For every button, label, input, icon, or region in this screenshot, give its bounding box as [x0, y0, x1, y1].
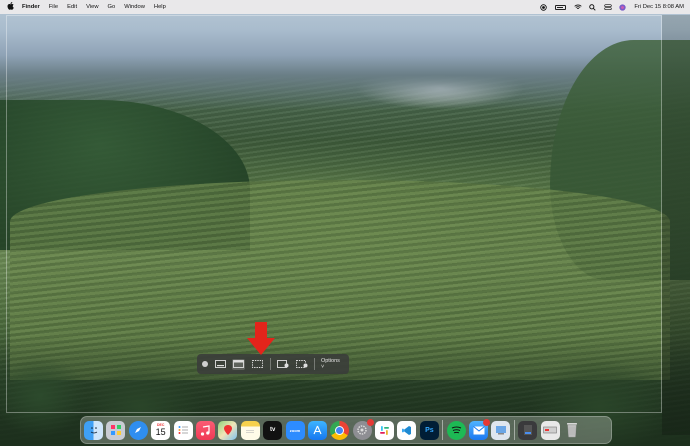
apple-tv-icon[interactable]: tv: [263, 420, 283, 440]
toolbar-divider: [269, 358, 271, 370]
menu-help[interactable]: Help: [154, 4, 166, 10]
record-screen-icon: [277, 360, 289, 368]
mail-icon[interactable]: [469, 418, 491, 440]
record-selected-portion-button[interactable]: [295, 359, 308, 370]
capture-screen-icon: [214, 360, 226, 368]
finder-icon[interactable]: [84, 420, 103, 440]
capture-entire-screen-button[interactable]: [214, 359, 227, 370]
maps-icon[interactable]: [218, 420, 238, 440]
menu-edit[interactable]: Edit: [67, 4, 77, 10]
photoshop-label: Ps: [425, 426, 434, 434]
spotify-icon[interactable]: [446, 420, 466, 440]
battery-icon[interactable]: [555, 4, 567, 10]
photoshop-icon[interactable]: Ps: [419, 420, 439, 440]
zoom-label: zoom: [289, 427, 301, 433]
status-menus: Fri Dec 15 8:08 AM: [540, 4, 684, 11]
vscode-icon[interactable]: [397, 420, 417, 440]
calendar-day: 15: [155, 427, 166, 437]
menu-window[interactable]: Window: [124, 4, 145, 10]
record-icon[interactable]: [540, 4, 548, 11]
scanner-stack-icon[interactable]: [540, 420, 560, 440]
reminders-icon[interactable]: [173, 420, 193, 440]
capture-window-icon: [233, 360, 245, 368]
menu-clock[interactable]: Fri Dec 15 8:08 AM: [634, 4, 684, 10]
chrome-icon[interactable]: [330, 420, 350, 440]
calendar-icon[interactable]: DEC 15: [151, 420, 171, 440]
dock-divider: [442, 420, 444, 440]
slack-icon[interactable]: [375, 420, 395, 440]
preview-icon[interactable]: [491, 420, 511, 440]
siri-icon[interactable]: [619, 4, 627, 11]
notes-icon[interactable]: [240, 420, 260, 440]
control-center-icon[interactable]: [604, 4, 613, 10]
notification-badge: [366, 418, 374, 426]
menu-go[interactable]: Go: [108, 4, 116, 10]
red-arrow-icon: [247, 322, 275, 355]
capture-selected-window-button[interactable]: [232, 358, 246, 370]
menu-view[interactable]: View: [86, 4, 98, 10]
dock-divider: [513, 420, 515, 440]
app-store-icon[interactable]: [307, 420, 327, 440]
record-entire-screen-button[interactable]: [277, 359, 290, 370]
dock: DEC 15 tv zoom Ps: [80, 416, 612, 444]
music-icon[interactable]: [195, 420, 215, 440]
options-button[interactable]: Options ˅: [321, 358, 344, 370]
search-icon[interactable]: [589, 4, 596, 11]
notification-badge: [483, 418, 491, 426]
system-settings-icon[interactable]: [352, 418, 374, 440]
toolbar-divider: [314, 358, 315, 370]
launchpad-icon[interactable]: [106, 420, 126, 440]
edge-strip: [662, 15, 690, 435]
capture-portion-icon: [251, 360, 263, 368]
menu-bar: Finder File Edit View Go Window Help Fri…: [0, 0, 690, 14]
close-toolbar-button[interactable]: [202, 361, 208, 367]
menu-file[interactable]: File: [49, 4, 58, 10]
menu-finder[interactable]: Finder: [22, 4, 40, 10]
zoom-icon[interactable]: zoom: [285, 420, 305, 440]
trash-icon[interactable]: [563, 421, 582, 440]
wifi-icon[interactable]: [574, 4, 582, 10]
safari-icon[interactable]: [128, 420, 148, 440]
record-portion-icon: [295, 360, 308, 368]
apple-tv-label: tv: [269, 427, 276, 433]
downloads-stack-icon[interactable]: [518, 420, 538, 440]
capture-selected-portion-button[interactable]: [251, 359, 264, 370]
apple-menu-icon[interactable]: [6, 2, 14, 12]
screenshot-toolbar: Options ˅: [197, 354, 349, 374]
